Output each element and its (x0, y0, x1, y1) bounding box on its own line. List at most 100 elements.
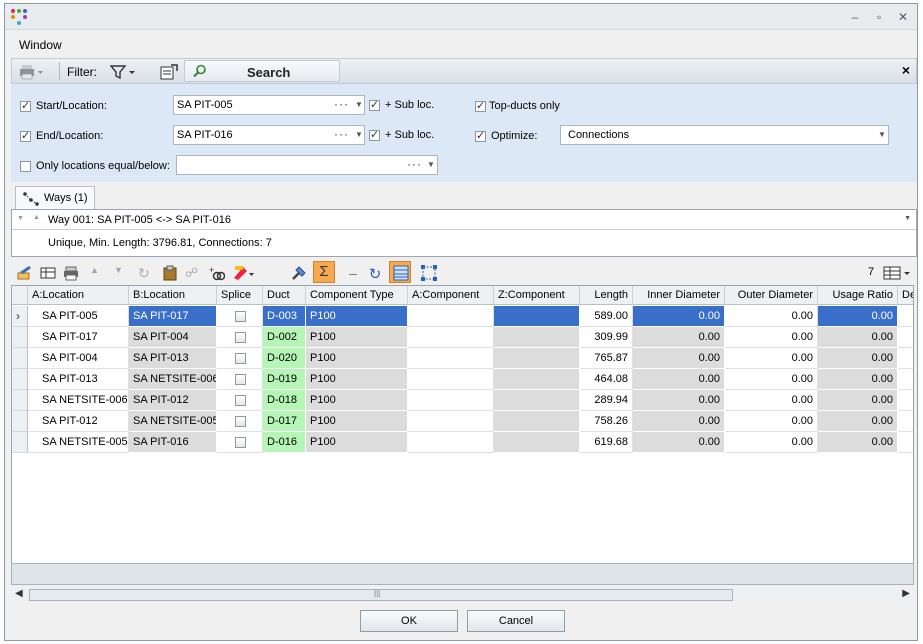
cell-duct[interactable]: D-002 (263, 327, 306, 348)
row-indicator[interactable] (12, 390, 28, 411)
scroll-left-icon[interactable]: ◀ (15, 588, 23, 599)
cell-zcomp[interactable] (494, 327, 580, 348)
cell-outer[interactable]: 0.00 (725, 369, 818, 390)
start-sub-loc-checkbox[interactable] (369, 98, 380, 111)
refresh-icon[interactable]: ↻ (367, 265, 383, 283)
cell-splice[interactable] (217, 432, 263, 453)
cell-zcomp[interactable] (494, 369, 580, 390)
cell-outer[interactable]: 0.00 (725, 327, 818, 348)
properties-icon[interactable] (160, 64, 178, 80)
table-row[interactable]: SA NETSITE-005 SA PIT-016 D-016 P100 619.68 0… (12, 432, 913, 453)
cell-outer[interactable]: 0.00 (725, 306, 818, 327)
table-row[interactable]: › SA PIT-005 SA PIT-017 D-003 P100 589.00 0.00… (12, 306, 913, 327)
cell-length[interactable]: 309.99 (580, 327, 633, 348)
cell-de[interactable] (898, 369, 913, 390)
splice-checkbox[interactable] (235, 374, 246, 385)
select-area-icon[interactable] (421, 265, 437, 281)
cell-splice[interactable] (217, 369, 263, 390)
tab-ways[interactable]: Ways (1) (15, 186, 95, 210)
cell-duct[interactable]: D-016 (263, 432, 306, 453)
cell-de[interactable] (898, 390, 913, 411)
splice-checkbox[interactable] (235, 416, 246, 427)
chevron-down-icon[interactable]: ▼ (904, 215, 911, 222)
row-indicator[interactable] (12, 327, 28, 348)
cell-splice[interactable] (217, 411, 263, 432)
browse-icon[interactable]: ··· (407, 157, 422, 171)
cell-length[interactable]: 765.87 (580, 348, 633, 369)
cell-length[interactable]: 589.00 (580, 306, 633, 327)
move-up-icon[interactable]: ▲ (90, 265, 106, 281)
cell-b[interactable]: SA PIT-017 (129, 306, 217, 327)
edit-layout-icon[interactable] (17, 265, 33, 281)
cell-acomp[interactable] (408, 411, 494, 432)
cell-zcomp[interactable] (494, 390, 580, 411)
cell-b[interactable]: SA PIT-004 (129, 327, 217, 348)
cell-zcomp[interactable] (494, 411, 580, 432)
cell-splice[interactable] (217, 390, 263, 411)
cell-inner[interactable]: 0.00 (633, 432, 725, 453)
chevron-down-icon[interactable]: ▼ (427, 160, 435, 169)
cell-type[interactable]: P100 (306, 306, 408, 327)
column-header[interactable]: A:Location (28, 286, 129, 305)
column-header[interactable]: A:Component (408, 286, 494, 305)
table-row[interactable]: SA NETSITE-006 SA PIT-012 D-018 P100 289.94 0… (12, 390, 913, 411)
scroll-right-icon[interactable]: ▶ (902, 588, 910, 599)
cell-type[interactable]: P100 (306, 432, 408, 453)
cell-de[interactable] (898, 348, 913, 369)
column-header[interactable]: Z:Component (494, 286, 580, 305)
optimize-combo[interactable]: Connections ▼ (560, 125, 889, 145)
chevron-down-icon[interactable]: ▼ (355, 130, 363, 139)
cell-acomp[interactable] (408, 306, 494, 327)
cell-type[interactable]: P100 (306, 369, 408, 390)
end-sub-loc-checkbox[interactable] (369, 128, 380, 141)
cell-acomp[interactable] (408, 432, 494, 453)
cell-a[interactable]: SA PIT-017 (28, 327, 129, 348)
top-ducts-checkbox[interactable] (475, 99, 486, 112)
cell-splice[interactable] (217, 327, 263, 348)
end-location-checkbox[interactable] (20, 129, 31, 142)
splice-checkbox[interactable] (235, 311, 246, 322)
table-row[interactable]: SA PIT-017 SA PIT-004 D-002 P100 309.99 0.00 0… (12, 327, 913, 348)
tools-icon[interactable] (291, 265, 307, 281)
cell-type[interactable]: P100 (306, 348, 408, 369)
cell-usage[interactable]: 0.00 (818, 327, 898, 348)
move-down-icon[interactable]: ▼ (114, 265, 130, 281)
cell-acomp[interactable] (408, 327, 494, 348)
cancel-button[interactable]: Cancel (467, 610, 565, 632)
search-button[interactable]: Search (184, 60, 340, 82)
column-header[interactable]: B:Location (129, 286, 217, 305)
end-location-combo[interactable]: SA PIT-016 ··· ▼ (173, 125, 365, 145)
column-header[interactable]: Splice (217, 286, 263, 305)
ok-button[interactable]: OK (360, 610, 458, 632)
cell-a[interactable]: SA NETSITE-005 (28, 432, 129, 453)
cell-inner[interactable]: 0.00 (633, 411, 725, 432)
only-locations-checkbox[interactable] (20, 161, 31, 172)
start-location-checkbox[interactable] (20, 99, 31, 112)
cell-b[interactable]: SA PIT-013 (129, 348, 217, 369)
cell-zcomp[interactable] (494, 306, 580, 327)
cell-b[interactable]: SA NETSITE-006 (129, 369, 217, 390)
cell-type[interactable]: P100 (306, 411, 408, 432)
cell-usage[interactable]: 0.00 (818, 369, 898, 390)
splice-checkbox[interactable] (235, 395, 246, 406)
cell-acomp[interactable] (408, 348, 494, 369)
cell-zcomp[interactable] (494, 432, 580, 453)
add-link-icon[interactable]: + (209, 265, 225, 281)
grid-view-icon[interactable] (389, 261, 411, 283)
cell-duct[interactable]: D-019 (263, 369, 306, 390)
cell-de[interactable] (898, 327, 913, 348)
column-header[interactable]: Length (580, 286, 633, 305)
sum-icon[interactable]: Σ (313, 261, 335, 283)
menu-window[interactable]: Window (19, 38, 62, 52)
way-row[interactable]: ▼ ▲ Way 001: SA PIT-005 <-> SA PIT-016 ▼ (12, 210, 916, 230)
splice-checkbox[interactable] (235, 332, 246, 343)
cell-usage[interactable]: 0.00 (818, 306, 898, 327)
cell-length[interactable]: 464.08 (580, 369, 633, 390)
optimize-checkbox[interactable] (475, 129, 486, 142)
scrollbar-thumb[interactable]: ||| (29, 589, 733, 601)
cell-duct[interactable]: D-020 (263, 348, 306, 369)
grid-menu-icon[interactable] (883, 265, 913, 281)
cell-inner[interactable]: 0.00 (633, 348, 725, 369)
cell-a[interactable]: SA PIT-013 (28, 369, 129, 390)
only-locations-combo[interactable]: ··· ▼ (176, 155, 438, 175)
